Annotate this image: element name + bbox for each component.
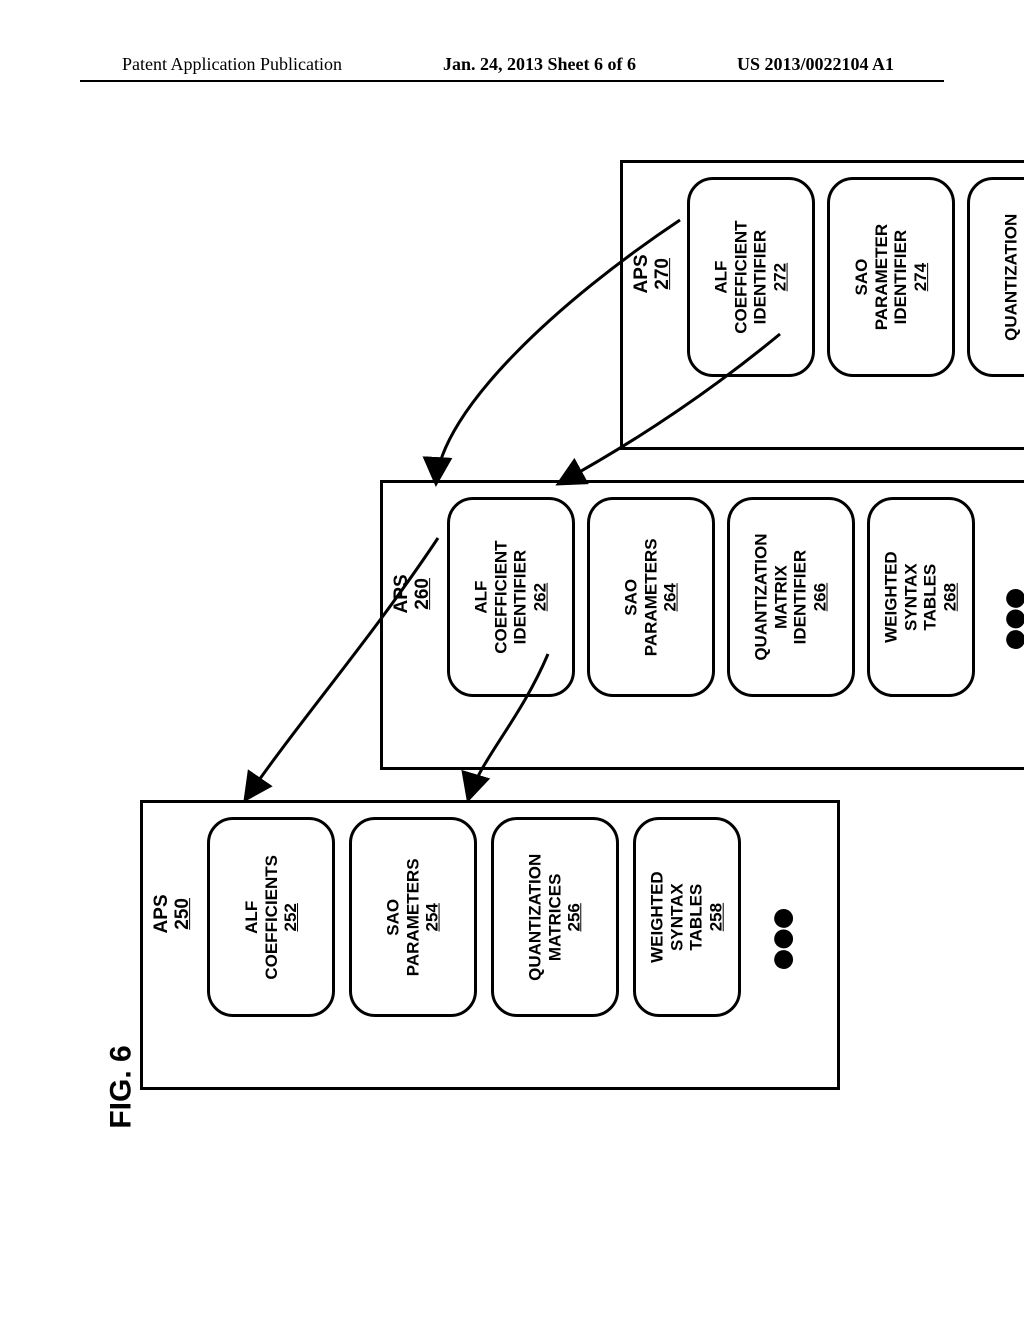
cell-label-264: SAO PARAMETERS 264 bbox=[622, 538, 681, 656]
aps-block-250: APS 250 ALF COEFFICIENTS 252 SAO PARAMET… bbox=[140, 800, 840, 1090]
cell-276: QUANTIZATION MATRICES 276 bbox=[967, 177, 1024, 377]
header-center: Jan. 24, 2013 Sheet 6 of 6 bbox=[443, 54, 636, 75]
aps-title-ref: 250 bbox=[172, 898, 193, 930]
header-left: Patent Application Publication bbox=[122, 54, 342, 75]
header-right: US 2013/0022104 A1 bbox=[737, 54, 894, 75]
aps-title-270: APS 270 bbox=[632, 244, 674, 304]
cell-label-276: QUANTIZATION MATRICES 276 bbox=[1002, 213, 1024, 340]
aps-block-260: APS 260 ALF COEFFICIENT IDENTIFIER 262 S… bbox=[380, 480, 1024, 770]
ellipsis-250: ●●● bbox=[771, 911, 793, 973]
page-root: Patent Application Publication Jan. 24, … bbox=[0, 0, 1024, 1320]
cell-label-272: ALF COEFFICIENT IDENTIFIER 272 bbox=[712, 220, 790, 333]
cell-label-262: ALF COEFFICIENT IDENTIFIER 262 bbox=[472, 540, 550, 653]
cell-272: ALF COEFFICIENT IDENTIFIER 272 bbox=[687, 177, 815, 377]
cell-label-266: QUANTIZATION MATRIX IDENTIFIER 266 bbox=[752, 533, 830, 660]
cell-268: WEIGHTED SYNTAX TABLES 268 bbox=[867, 497, 975, 697]
aps-column-270: ALF COEFFICIENT IDENTIFIER 272 SAO PARAM… bbox=[687, 177, 1024, 433]
aps-title-text: APS bbox=[151, 894, 172, 933]
aps-title-ref: 260 bbox=[412, 578, 433, 610]
cell-262: ALF COEFFICIENT IDENTIFIER 262 bbox=[447, 497, 575, 697]
cell-252: ALF COEFFICIENTS 252 bbox=[207, 817, 335, 1017]
cell-258: WEIGHTED SYNTAX TABLES 258 bbox=[633, 817, 741, 1017]
page-header: Patent Application Publication Jan. 24, … bbox=[0, 54, 1024, 75]
aps-block-270: APS 270 ALF COEFFICIENT IDENTIFIER 272 S… bbox=[620, 160, 1024, 450]
header-rule bbox=[80, 80, 944, 82]
cell-266: QUANTIZATION MATRIX IDENTIFIER 266 bbox=[727, 497, 855, 697]
cell-label-256: QUANTIZATION MATRICES 256 bbox=[526, 853, 585, 980]
aps-title-260: APS 260 bbox=[392, 564, 434, 624]
cell-label-274: SAO PARAMETER IDENTIFIER 274 bbox=[852, 224, 930, 330]
ellipsis-260: ●●● bbox=[1003, 591, 1024, 653]
aps-title-250: APS 250 bbox=[152, 884, 194, 944]
cell-label-258: WEIGHTED SYNTAX TABLES 258 bbox=[648, 871, 726, 963]
aps-title-ref: 270 bbox=[652, 258, 673, 290]
aps-column-250: ALF COEFFICIENTS 252 SAO PARAMETERS 254 … bbox=[207, 817, 823, 1073]
figure-label: FIG. 6 bbox=[105, 1045, 139, 1128]
cell-label-268: WEIGHTED SYNTAX TABLES 268 bbox=[882, 551, 960, 643]
aps-title-text: APS bbox=[631, 254, 652, 293]
cell-274: SAO PARAMETER IDENTIFIER 274 bbox=[827, 177, 955, 377]
aps-column-260: ALF COEFFICIENT IDENTIFIER 262 SAO PARAM… bbox=[447, 497, 1024, 753]
cell-label-254: SAO PARAMETERS 254 bbox=[384, 858, 443, 976]
figure-area: APS 250 ALF COEFFICIENTS 252 SAO PARAMET… bbox=[140, 160, 880, 1100]
cell-254: SAO PARAMETERS 254 bbox=[349, 817, 477, 1017]
aps-title-text: APS bbox=[391, 574, 412, 613]
cell-264: SAO PARAMETERS 264 bbox=[587, 497, 715, 697]
cell-256: QUANTIZATION MATRICES 256 bbox=[491, 817, 619, 1017]
cell-label-252: ALF COEFFICIENTS 252 bbox=[242, 855, 301, 980]
